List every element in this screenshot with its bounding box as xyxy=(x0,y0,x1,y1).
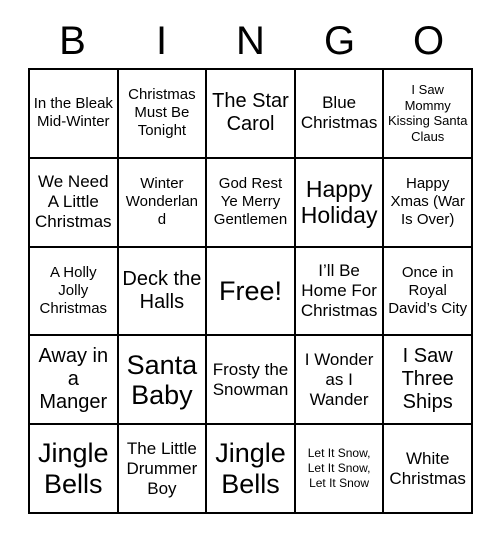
bingo-cell[interactable]: Deck the Halls xyxy=(118,247,208,337)
bingo-cell-label: I Wonder as I Wander xyxy=(304,349,374,409)
bingo-cell[interactable]: God Rest Ye Merry Gentlemen xyxy=(207,158,296,248)
bingo-cell-label: Christmas Must Be Tonight xyxy=(128,86,196,140)
bingo-cell[interactable]: I Saw Three Ships xyxy=(384,336,473,426)
bingo-cell[interactable]: We Need A Little Christmas xyxy=(30,158,119,248)
bingo-cell-label: Frosty the Snowman xyxy=(212,359,289,399)
bingo-cell[interactable]: Winter Wonderland xyxy=(118,158,208,248)
header-letter-b: B xyxy=(59,19,86,63)
bingo-cell-label: Away in a Manger xyxy=(38,345,109,414)
bingo-cell-label: Free! xyxy=(218,275,282,306)
bingo-card: B I N G O In the Bleak Mid-Winter Christm… xyxy=(0,0,500,544)
header-letter-i: I xyxy=(155,19,168,63)
header-letter-g: G xyxy=(323,19,356,63)
bingo-cell[interactable]: Happy Xmas (War Is Over) xyxy=(384,158,473,248)
bingo-cell[interactable]: I Wonder as I Wander xyxy=(295,336,385,426)
bingo-cell-label: A Holly Jolly Christmas xyxy=(39,263,108,317)
bingo-cell[interactable]: I Saw Mommy Kissing Santa Claus xyxy=(384,70,473,159)
bingo-cell[interactable]: White Christmas xyxy=(384,425,473,514)
bingo-cell[interactable]: A Holly Jolly Christmas xyxy=(30,247,119,337)
bingo-cell[interactable]: Santa Baby xyxy=(118,336,208,426)
bingo-cell-label: Once in Royal David’s City xyxy=(388,263,468,317)
bingo-cell-label: Santa Baby xyxy=(126,349,198,410)
bingo-cell-label: Jingle Bells xyxy=(215,438,286,499)
bingo-cell[interactable]: The Star Carol xyxy=(207,70,296,159)
bingo-cell-label: God Rest Ye Merry Gentlemen xyxy=(213,175,288,229)
bingo-cell-label: Blue Christmas xyxy=(300,93,378,133)
bingo-cell-label: I Saw Mommy Kissing Santa Claus xyxy=(387,81,468,145)
bingo-cell-label: I’ll Be Home For Christmas xyxy=(300,260,378,321)
bingo-cell[interactable]: Once in Royal David’s City xyxy=(384,247,473,337)
bingo-cell-label: Winter Wonderland xyxy=(125,175,199,229)
bingo-cell[interactable]: The Little Drummer Boy xyxy=(118,425,208,514)
header-letter-o: O xyxy=(412,19,445,63)
bingo-cell-label: I Saw Three Ships xyxy=(401,345,454,414)
bingo-cell-label: The Star Carol xyxy=(212,90,289,136)
bingo-cell-label: We Need A Little Christmas xyxy=(35,172,112,232)
header-letter-n: N xyxy=(236,19,265,63)
bingo-header: B I N G O xyxy=(28,16,473,66)
bingo-grid: In the Bleak Mid-Winter Christmas Must Be… xyxy=(28,68,473,514)
bingo-cell[interactable]: In the Bleak Mid-Winter xyxy=(30,70,119,159)
bingo-cell[interactable]: Away in a Manger xyxy=(30,336,119,426)
bingo-cell[interactable]: Christmas Must Be Tonight xyxy=(118,70,208,159)
bingo-cell-label: Jingle Bells xyxy=(38,438,109,499)
bingo-cell[interactable]: Jingle Bells xyxy=(207,425,296,514)
bingo-cell[interactable]: Jingle Bells xyxy=(30,425,119,514)
bingo-cell-label: Happy Xmas (War Is Over) xyxy=(390,175,465,229)
bingo-cell-label: Let It Snow, Let It Snow, Let It Snow xyxy=(307,446,371,491)
bingo-cell[interactable]: Blue Christmas xyxy=(295,70,385,159)
bingo-cell[interactable]: I’ll Be Home For Christmas xyxy=(295,247,385,337)
bingo-cell[interactable]: Frosty the Snowman xyxy=(207,336,296,426)
bingo-cell[interactable]: Free! xyxy=(207,247,296,337)
bingo-cell-label: Happy Holiday xyxy=(300,175,378,229)
bingo-cell-label: In the Bleak Mid-Winter xyxy=(33,95,113,131)
bingo-cell[interactable]: Happy Holiday xyxy=(295,158,385,248)
bingo-cell[interactable]: Let It Snow, Let It Snow, Let It Snow xyxy=(295,425,385,514)
bingo-cell-label: The Little Drummer Boy xyxy=(126,438,198,498)
bingo-cell-label: White Christmas xyxy=(389,448,466,488)
bingo-cell-label: Deck the Halls xyxy=(122,267,202,313)
